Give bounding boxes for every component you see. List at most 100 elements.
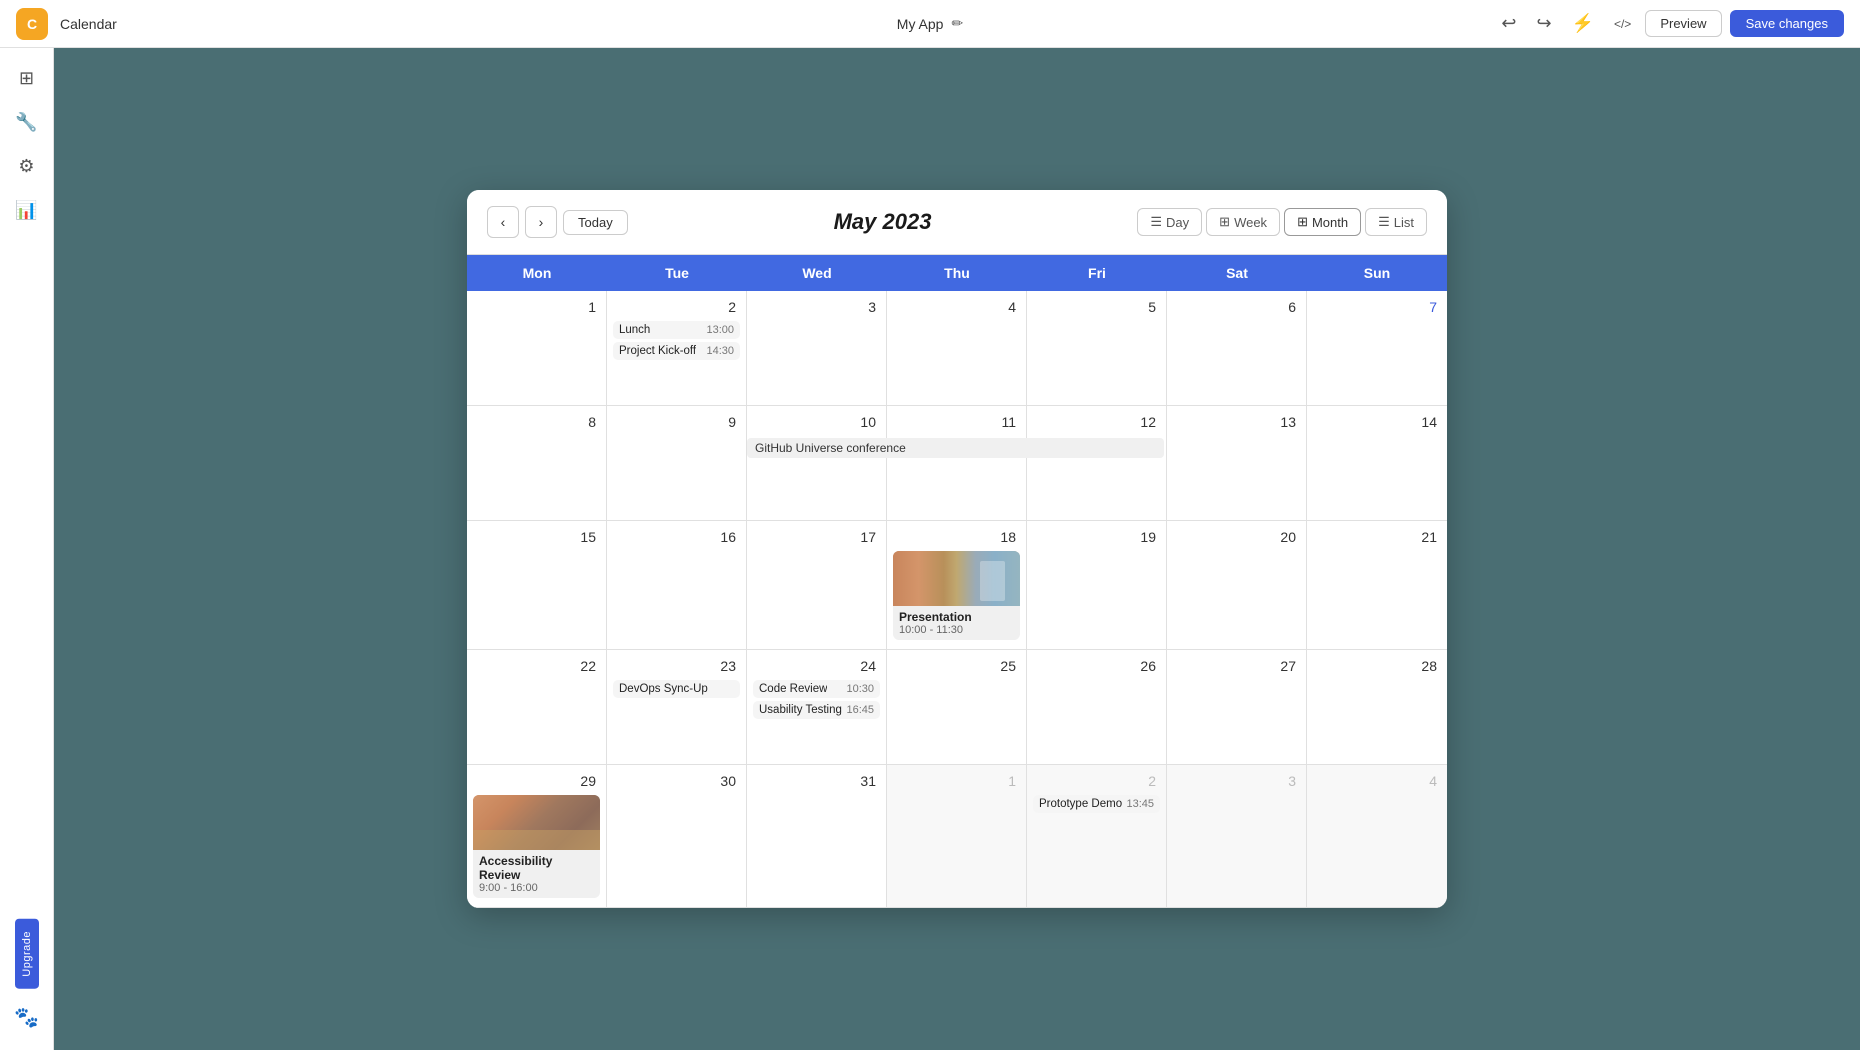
cell-may-18[interactable]: 18 Presentation 10:00 - 11:30 — [887, 521, 1027, 650]
cell-may-26[interactable]: 26 — [1027, 650, 1167, 765]
header-sun: Sun — [1307, 255, 1447, 291]
save-button[interactable]: Save changes — [1730, 10, 1844, 37]
analytics-icon: 📊 — [15, 200, 37, 221]
date-15: 15 — [473, 527, 600, 547]
cell-may-31[interactable]: 31 — [747, 765, 887, 908]
event-code-review[interactable]: Code Review 10:30 — [753, 680, 880, 698]
view-list-button[interactable]: ☰ List — [1365, 208, 1427, 236]
cell-jun-4[interactable]: 4 — [1307, 765, 1447, 908]
event-accessibility-review[interactable]: Accessibility Review 9:00 - 16:00 — [473, 795, 600, 898]
date-31: 31 — [753, 771, 880, 791]
cell-may-2[interactable]: 2 Lunch 13:00 Project Kick-off 14:30 — [607, 291, 747, 406]
redo-button[interactable]: ↪ — [1530, 9, 1557, 38]
cell-may-17[interactable]: 17 — [747, 521, 887, 650]
cell-may-4[interactable]: 4 — [887, 291, 1027, 406]
cell-may-25[interactable]: 25 — [887, 650, 1027, 765]
today-button[interactable]: Today — [563, 210, 628, 235]
date-5: 5 — [1033, 297, 1160, 317]
calendar-container: ‹ › Today May 2023 ☰ Day ⊞ Week ⊞ — [467, 190, 1447, 908]
cell-may-9[interactable]: 9 — [607, 406, 747, 521]
header-tue: Tue — [607, 255, 747, 291]
month-view-icon: ⊞ — [1297, 214, 1308, 230]
topbar: C Calendar My App ✏ ↩ ↪ ⚡ </> Preview Sa… — [0, 0, 1860, 48]
cell-may-5[interactable]: 5 — [1027, 291, 1167, 406]
date-16: 16 — [613, 527, 740, 547]
sidebar-item-dashboard[interactable]: ⊞ — [9, 60, 45, 96]
cell-jun-3[interactable]: 3 — [1167, 765, 1307, 908]
cell-may-11[interactable]: 11 — [887, 406, 1027, 521]
sidebar-bottom: Upgrade 🐾 — [6, 919, 47, 1038]
code-button[interactable]: </> — [1608, 13, 1637, 35]
cell-may-19[interactable]: 19 — [1027, 521, 1167, 650]
undo-button[interactable]: ↩ — [1495, 9, 1522, 38]
cell-jun-1[interactable]: 1 — [887, 765, 1027, 908]
cell-may-12[interactable]: 12 — [1027, 406, 1167, 521]
date-jun-4: 4 — [1313, 771, 1441, 791]
cell-may-10[interactable]: 10 GitHub Universe conference — [747, 406, 887, 521]
calendar-body: 1 2 Lunch 13:00 Project Kick-off — [467, 291, 1447, 908]
upgrade-button[interactable]: Upgrade — [15, 919, 39, 989]
app-title: My App — [897, 16, 944, 32]
preview-button[interactable]: Preview — [1645, 10, 1721, 37]
date-25: 25 — [893, 656, 1020, 676]
cell-jun-2[interactable]: 2 Prototype Demo 13:45 — [1027, 765, 1167, 908]
sidebar-item-tools[interactable]: 🔧 — [9, 104, 45, 140]
paw-icon: 🐾 — [6, 997, 47, 1038]
date-28: 28 — [1313, 656, 1441, 676]
list-view-icon: ☰ — [1378, 214, 1390, 230]
event-presentation[interactable]: Presentation 10:00 - 11:30 — [893, 551, 1020, 640]
cell-may-20[interactable]: 20 — [1167, 521, 1307, 650]
cell-may-27[interactable]: 27 — [1167, 650, 1307, 765]
cell-may-1[interactable]: 1 — [467, 291, 607, 406]
date-11: 11 — [893, 412, 1020, 432]
header-mon: Mon — [467, 255, 607, 291]
date-26: 26 — [1033, 656, 1160, 676]
date-13: 13 — [1173, 412, 1300, 432]
event-devops-syncup[interactable]: DevOps Sync-Up — [613, 680, 740, 698]
app-logo: C — [16, 8, 48, 40]
sidebar: ⊞ 🔧 ⚙ 📊 Upgrade 🐾 — [0, 48, 54, 1050]
event-project-kickoff[interactable]: Project Kick-off 14:30 — [613, 342, 740, 360]
sidebar-item-analytics[interactable]: 📊 — [9, 192, 45, 228]
cell-may-21[interactable]: 21 — [1307, 521, 1447, 650]
calendar-title: May 2023 — [834, 209, 932, 235]
cell-may-15[interactable]: 15 — [467, 521, 607, 650]
prev-month-button[interactable]: ‹ — [487, 206, 519, 238]
cell-may-28[interactable]: 28 — [1307, 650, 1447, 765]
view-week-button[interactable]: ⊞ Week — [1206, 208, 1280, 236]
calendar-grid: Mon Tue Wed Thu Fri Sat Sun 1 2 — [467, 254, 1447, 908]
date-2: 2 — [613, 297, 740, 317]
date-24: 24 — [753, 656, 880, 676]
header-sat: Sat — [1167, 255, 1307, 291]
cell-may-29[interactable]: 29 Accessibility Review 9:00 - 16:00 — [467, 765, 607, 908]
cell-may-24[interactable]: 24 Code Review 10:30 Usability Testing 1… — [747, 650, 887, 765]
calendar-day-headers: Mon Tue Wed Thu Fri Sat Sun — [467, 255, 1447, 291]
cell-may-8[interactable]: 8 — [467, 406, 607, 521]
date-1: 1 — [473, 297, 600, 317]
bolt-button[interactable]: ⚡ — [1566, 9, 1600, 38]
sidebar-item-settings[interactable]: ⚙ — [9, 148, 45, 184]
event-prototype-demo[interactable]: Prototype Demo 13:45 — [1033, 795, 1160, 813]
dashboard-icon: ⊞ — [19, 68, 34, 89]
cell-may-7[interactable]: 7 — [1307, 291, 1447, 406]
cell-may-14[interactable]: 14 — [1307, 406, 1447, 521]
event-usability-testing[interactable]: Usability Testing 16:45 — [753, 701, 880, 719]
date-18: 18 — [893, 527, 1020, 547]
date-jun-1: 1 — [893, 771, 1020, 791]
cell-may-13[interactable]: 13 — [1167, 406, 1307, 521]
date-23: 23 — [613, 656, 740, 676]
cell-may-23[interactable]: 23 DevOps Sync-Up — [607, 650, 747, 765]
cell-may-30[interactable]: 30 — [607, 765, 747, 908]
cell-may-16[interactable]: 16 — [607, 521, 747, 650]
view-day-button[interactable]: ☰ Day — [1137, 208, 1202, 236]
date-19: 19 — [1033, 527, 1160, 547]
view-month-button[interactable]: ⊞ Month — [1284, 208, 1361, 236]
cell-may-6[interactable]: 6 — [1167, 291, 1307, 406]
cell-may-3[interactable]: 3 — [747, 291, 887, 406]
next-month-button[interactable]: › — [525, 206, 557, 238]
edit-icon[interactable]: ✏ — [951, 15, 963, 32]
date-27: 27 — [1173, 656, 1300, 676]
calendar-nav: ‹ › Today — [487, 206, 628, 238]
cell-may-22[interactable]: 22 — [467, 650, 607, 765]
event-lunch[interactable]: Lunch 13:00 — [613, 321, 740, 339]
